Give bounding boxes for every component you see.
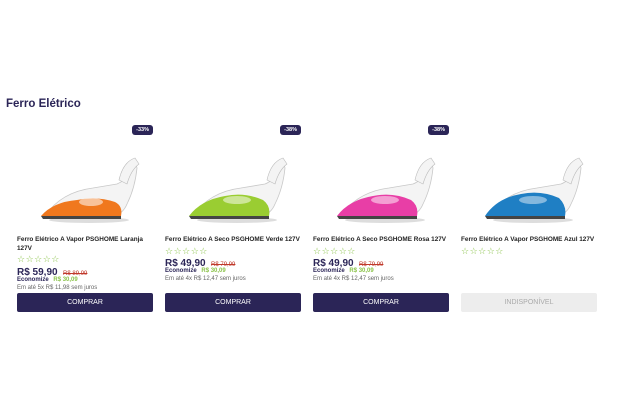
product-image[interactable] [179, 140, 291, 232]
product-name[interactable]: Ferro Elétrico A Vapor PSGHOME Azul 127V [461, 236, 597, 245]
product-card[interactable]: -33% Ferro Elétrico A Vapor PSGHOME Lara… [17, 122, 153, 316]
dry-iron-pink-icon [337, 157, 436, 223]
rating-stars: ☆☆☆☆☆ [17, 254, 60, 264]
savings: Economize R$ 30,09 [165, 268, 226, 275]
rating-stars: ☆☆☆☆☆ [461, 246, 504, 256]
installments: Em até 4x R$ 12,47 sem juros [313, 276, 394, 282]
product-image[interactable] [327, 140, 439, 232]
savings-label: Economize [165, 268, 197, 274]
savings-value: R$ 30,09 [349, 268, 374, 274]
dry-iron-green-icon [189, 157, 288, 223]
steam-iron-orange-icon [41, 157, 140, 223]
unavailable-button: INDISPONÍVEL [461, 293, 597, 312]
section-title: Ferro Elétrico [6, 98, 81, 110]
installments: Em até 4x R$ 12,47 sem juros [165, 276, 246, 282]
buy-button[interactable]: COMPRAR [17, 293, 153, 312]
savings-value: R$ 30,09 [53, 277, 78, 283]
buy-button[interactable]: COMPRAR [313, 293, 449, 312]
product-card[interactable]: -38% Ferro Elétrico A Seco PSGHOME Rosa … [313, 122, 449, 316]
savings: Economize R$ 30,09 [17, 277, 78, 284]
product-card[interactable]: Ferro Elétrico A Vapor PSGHOME Azul 127V… [461, 122, 597, 316]
product-image[interactable] [31, 140, 143, 232]
product-image[interactable] [475, 140, 587, 232]
savings-label: Economize [17, 277, 49, 283]
buy-button[interactable]: COMPRAR [165, 293, 301, 312]
discount-badge: -33% [132, 125, 153, 135]
product-name[interactable]: Ferro Elétrico A Vapor PSGHOME Laranja 1… [17, 236, 153, 253]
rating-stars: ☆☆☆☆☆ [313, 246, 356, 256]
savings-value: R$ 30,09 [201, 268, 226, 274]
product-name[interactable]: Ferro Elétrico A Seco PSGHOME Verde 127V [165, 236, 301, 245]
savings: Economize R$ 30,09 [313, 268, 374, 275]
discount-badge: -38% [428, 125, 449, 135]
discount-badge: -38% [280, 125, 301, 135]
savings-label: Economize [313, 268, 345, 274]
installments: Em até 5x R$ 11,98 sem juros [17, 285, 98, 291]
product-card[interactable]: -38% Ferro Elétrico A Seco PSGHOME Verde… [165, 122, 301, 316]
steam-iron-blue-icon [485, 157, 584, 223]
rating-stars: ☆☆☆☆☆ [165, 246, 208, 256]
product-name[interactable]: Ferro Elétrico A Seco PSGHOME Rosa 127V [313, 236, 449, 245]
